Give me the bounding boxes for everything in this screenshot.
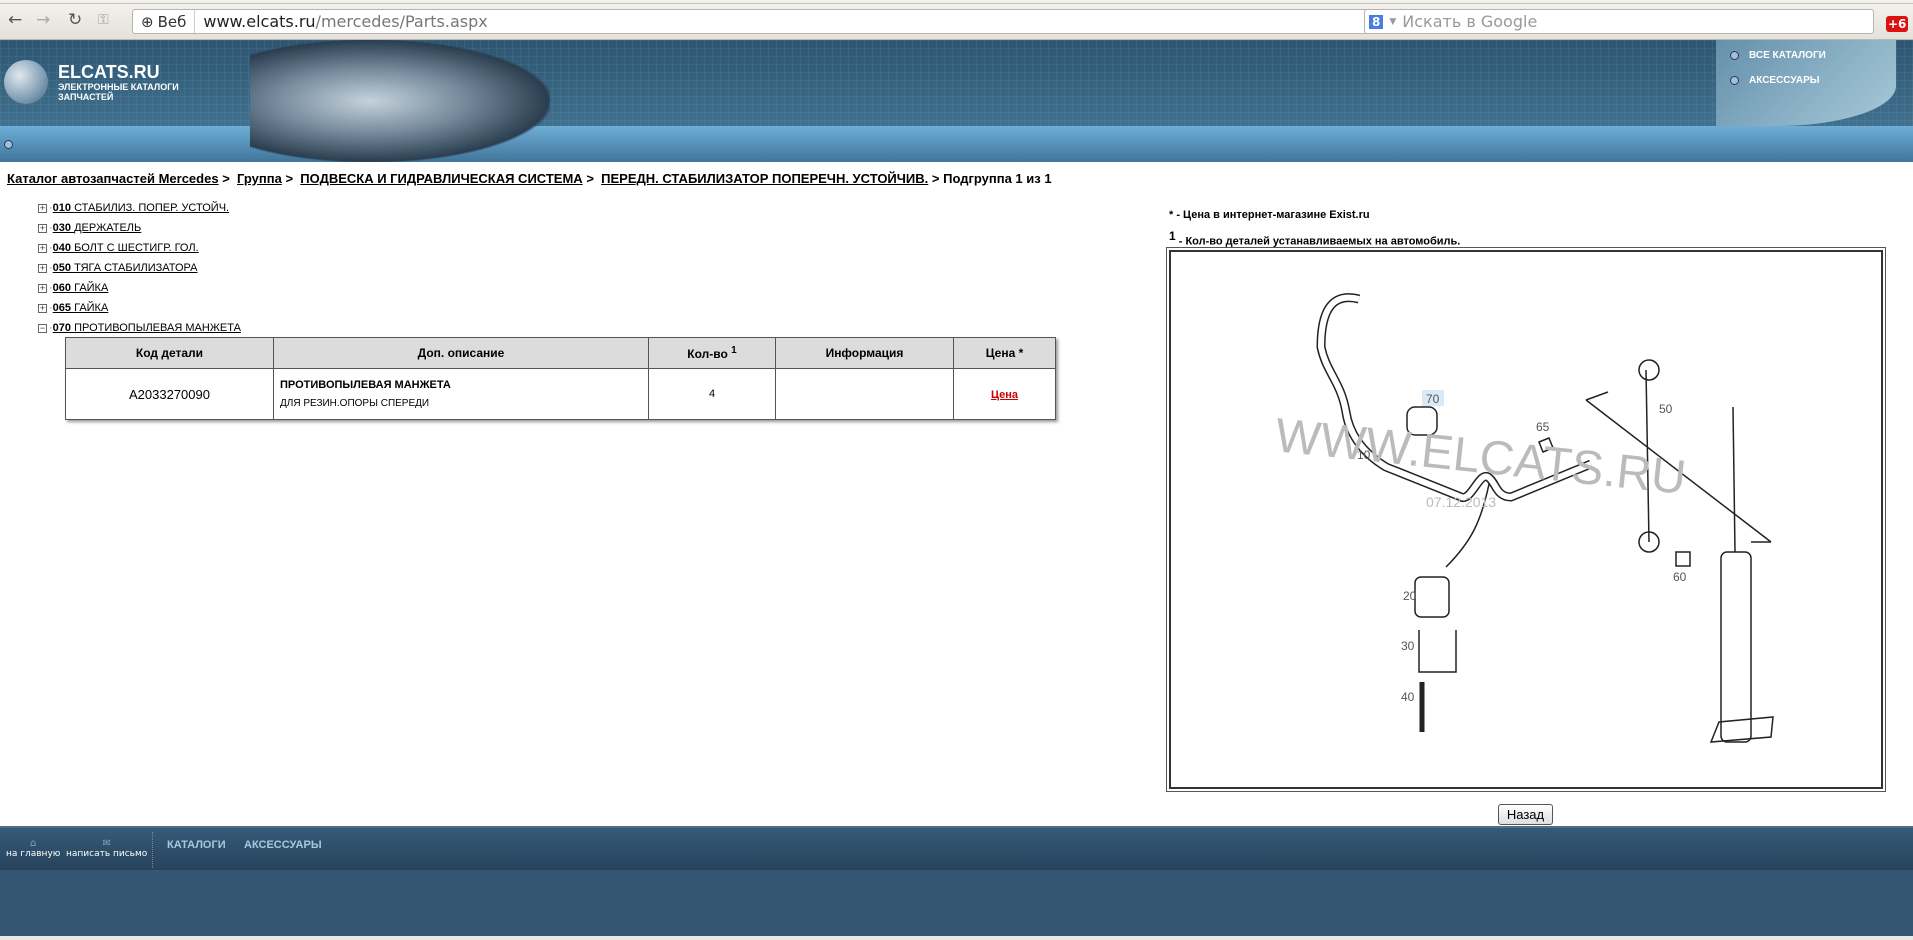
watermark: WWW.ELCATS.RU: [1273, 409, 1689, 505]
browser-toolbar: ← → ↻ ⚿ ⊕ Веб www.elcats.ru/mercedes/Part…: [0, 0, 1913, 40]
note-price: * - Цена в интернет-магазине Exist.ru: [1169, 209, 1370, 221]
tab-strip: [0, 0, 1913, 4]
google-icon: 8: [1369, 14, 1384, 29]
tree-item-link[interactable]: 060 ГАЙКА: [53, 282, 109, 294]
price-link[interactable]: Цена: [991, 389, 1018, 401]
tree-item[interactable]: − · 070 ПРОТИВОПЫЛЕВАЯ МАНЖЕТА: [38, 318, 241, 338]
back-arrow-icon[interactable]: ←: [8, 10, 22, 30]
search-placeholder: Искать в Google: [1402, 12, 1538, 31]
key-icon[interactable]: ⚿: [98, 12, 109, 28]
bracket-30: [1418, 630, 1457, 673]
tree-item[interactable]: + · 030 ДЕРЖАТЕЛЬ: [38, 218, 241, 238]
dropdown-icon[interactable]: ▼: [1389, 17, 1396, 27]
tree-item-link[interactable]: 030 ДЕРЖАТЕЛЬ: [53, 222, 142, 234]
expand-icon[interactable]: +: [38, 303, 47, 313]
label-30[interactable]: 30: [1401, 639, 1415, 653]
breadcrumb-group[interactable]: Группа: [237, 171, 282, 186]
tree-item[interactable]: + · 065 ГАЙКА: [38, 298, 241, 318]
link-top: [1638, 359, 1660, 381]
expand-icon[interactable]: +: [38, 203, 47, 213]
globe-logo-icon[interactable]: [4, 60, 48, 104]
address-bar[interactable]: ⊕Веб www.elcats.ru/mercedes/Parts.aspx ★: [132, 9, 1390, 34]
site-header: ELCATS.RU ЭЛЕКТРОННЫЕ КАТАЛОГИ ЗАПЧАСТЕЙ…: [0, 40, 1913, 162]
logo-title[interactable]: ELCATS.RU: [58, 62, 160, 83]
footer-home[interactable]: ⌂ на главную: [6, 838, 60, 859]
expand-icon[interactable]: +: [38, 243, 47, 253]
strut-60: [1720, 551, 1752, 743]
breadcrumb-current: Подгруппа 1 из 1: [943, 171, 1052, 186]
strut-rod: [1732, 406, 1736, 553]
breadcrumb-suspension[interactable]: ПОДВЕСКА И ГИДРАВЛИЧЕСКАЯ СИСТЕМА: [300, 171, 582, 186]
tree-item[interactable]: + · 060 ГАЙКА: [38, 278, 241, 298]
bullet-icon[interactable]: [4, 140, 13, 149]
label-10[interactable]: 10: [1357, 448, 1371, 462]
tree-item-link[interactable]: 040 БОЛТ С ШЕСТИГР. ГОЛ.: [53, 242, 199, 254]
forward-arrow-icon[interactable]: →: [36, 10, 50, 30]
parts-table: Код детали Доп. описание Кол-во 1 Информ…: [65, 337, 1056, 420]
extension-badge[interactable]: +6: [1886, 16, 1909, 32]
label-40[interactable]: 40: [1401, 690, 1415, 704]
tree-item[interactable]: + · 050 ТЯГА СТАБИЛИЗАТОРА: [38, 258, 241, 278]
watermark-date: 07.12.2013: [1426, 494, 1496, 510]
tree-item-link[interactable]: 010 СТАБИЛИЗ. ПОПЕР. УСТОЙЧ.: [53, 202, 229, 214]
footer-nav: ⌂ на главную ✉ написать письмо КАТАЛОГИ АК…: [0, 826, 1913, 870]
footer-bottom: [0, 870, 1913, 936]
part-code: A2033270090: [65, 368, 274, 420]
diagram-svg: WWW.ELCATS.RU 07.12.2013 10 20 30 40 50 …: [1273, 293, 1774, 743]
col-description: Доп. описание: [273, 337, 649, 369]
breadcrumb-stabilizer[interactable]: ПЕРЕДН. СТАБИЛИЗАТОР ПОПЕРЕЧН. УСТОЙЧИВ.: [601, 171, 928, 186]
note-qty: 1 - Кол-во деталей устанавливаемых на ав…: [1169, 229, 1461, 248]
table-row: A2033270090 ПРОТИВОПЫЛЕВАЯ МАНЖЕТА ДЛЯ РЕ…: [65, 368, 1056, 420]
site-label: Веб: [157, 12, 187, 31]
home-icon: ⌂: [30, 838, 37, 849]
tree-item[interactable]: + · 040 БОЛТ С ШЕСТИГР. ГОЛ.: [38, 238, 241, 258]
tree-item-link[interactable]: 065 ГАЙКА: [53, 302, 109, 314]
nut-60: [1675, 551, 1691, 567]
tree-item[interactable]: + · 010 СТАБИЛИЗ. ПОПЕР. УСТОЙЧ.: [38, 198, 241, 218]
footer-catalogs[interactable]: КАТАЛОГИ: [167, 839, 226, 851]
parts-tree: + · 010 СТАБИЛИЗ. ПОПЕР. УСТОЙЧ. + · 030 ДЕРЖ…: [38, 198, 241, 338]
notes: * - Цена в интернет-магазине Exist.ru 1 …: [1169, 205, 1460, 253]
label-65[interactable]: 65: [1536, 420, 1550, 434]
footer-divider: [152, 832, 153, 868]
label-70[interactable]: 70: [1426, 392, 1440, 406]
site-info[interactable]: ⊕ Веб: [133, 10, 196, 33]
tree-item-link[interactable]: 070 ПРОТИВОПЫЛЕВАЯ МАНЖЕТА: [53, 322, 241, 334]
col-price: Цена *: [953, 337, 1056, 369]
col-qty: Кол-во 1: [648, 337, 776, 369]
back-button[interactable]: Назад: [1498, 804, 1553, 825]
globe-icon: ⊕: [141, 12, 154, 31]
bullet-icon: [1730, 76, 1739, 85]
expand-icon[interactable]: +: [38, 283, 47, 293]
col-code: Код детали: [65, 337, 274, 369]
url-text: www.elcats.ru/mercedes/Parts.aspx: [203, 12, 488, 31]
breadcrumb-catalog[interactable]: Каталог автозапчастей Mercedes: [7, 171, 219, 186]
tree-item-link[interactable]: 050 ТЯГА СТАБИЛИЗАТОРА: [53, 262, 198, 274]
breadcrumb: Каталог автозапчастей Mercedes > Группа …: [7, 171, 1052, 186]
part-qty: 4: [648, 368, 776, 420]
part-description: ПРОТИВОПЫЛЕВАЯ МАНЖЕТА ДЛЯ РЕЗИН.ОПОРЫ СП…: [273, 368, 649, 420]
mail-icon: ✉: [102, 838, 111, 849]
expand-icon[interactable]: +: [38, 223, 47, 233]
table-header-row: Код детали Доп. описание Кол-во 1 Информ…: [65, 337, 1056, 369]
part-info: [775, 368, 954, 420]
nav-accessories[interactable]: АКСЕССУАРЫ: [1730, 75, 1820, 86]
nav-all-catalogs[interactable]: ВСЕ КАТАЛОГИ: [1730, 50, 1826, 61]
search-input[interactable]: 8 ▼ Искать в Google: [1364, 9, 1874, 34]
footer-strip: [0, 936, 1913, 940]
label-20[interactable]: 20: [1403, 589, 1417, 603]
parts-diagram: WWW.ELCATS.RU 07.12.2013 10 20 30 40 50 …: [1166, 247, 1886, 792]
logo-subtitle: ЭЛЕКТРОННЫЕ КАТАЛОГИ ЗАПЧАСТЕЙ: [58, 82, 179, 102]
col-info: Информация: [775, 337, 954, 369]
bushing-20: [1414, 576, 1450, 618]
expand-icon[interactable]: +: [38, 263, 47, 273]
footer-mail[interactable]: ✉ написать письмо: [66, 838, 147, 859]
bullet-icon: [1730, 51, 1739, 60]
label-60[interactable]: 60: [1673, 570, 1687, 584]
label-50[interactable]: 50: [1659, 402, 1673, 416]
footer-accessories[interactable]: АКСЕССУАРЫ: [244, 839, 322, 851]
collapse-icon[interactable]: −: [38, 323, 47, 333]
engine-image: [250, 40, 550, 162]
reload-icon[interactable]: ↻: [68, 10, 82, 30]
